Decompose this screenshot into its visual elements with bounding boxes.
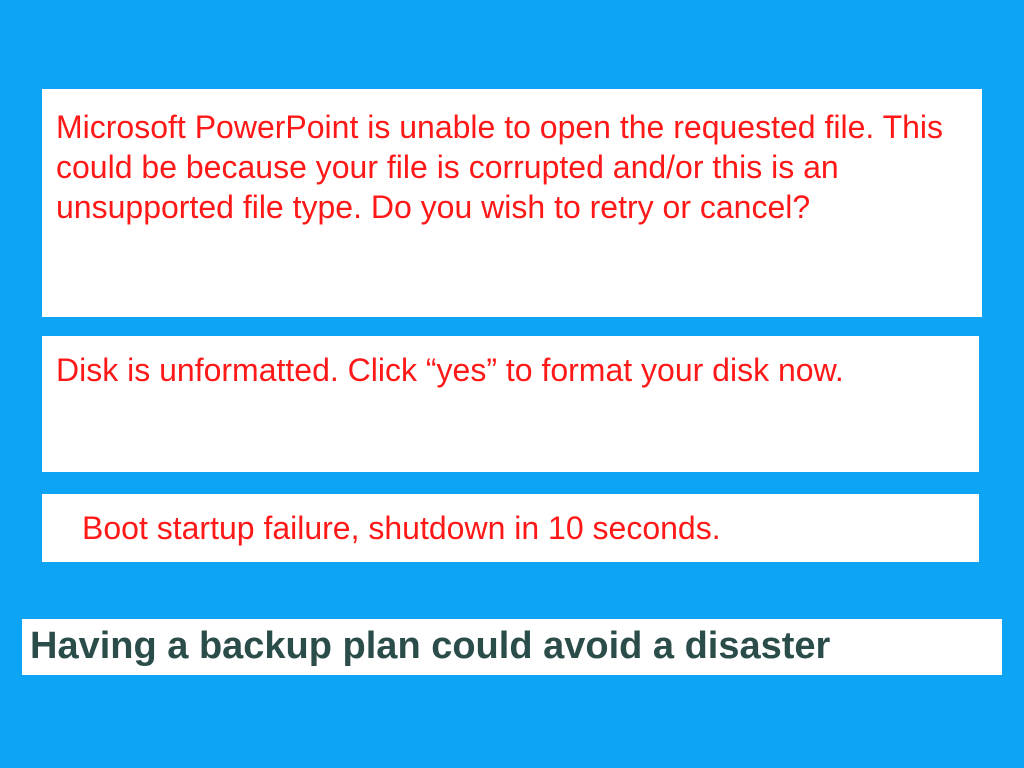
message-powerpoint-error: Microsoft PowerPoint is unable to open t… <box>42 89 982 317</box>
message-boot-failure: Boot startup failure, shutdown in 10 sec… <box>42 494 979 562</box>
backup-plan-headline: Having a backup plan could avoid a disas… <box>22 619 1002 675</box>
message-disk-unformatted: Disk is unformatted. Click “yes” to form… <box>42 336 979 472</box>
